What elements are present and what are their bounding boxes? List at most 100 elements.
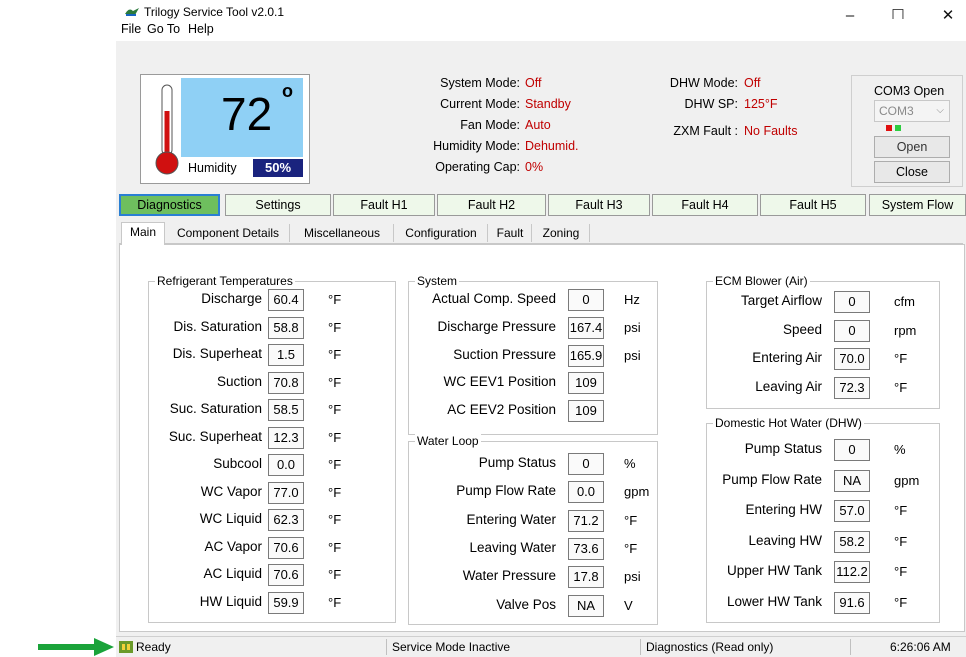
tab-settings[interactable]: Settings (225, 194, 331, 216)
group-title: System (415, 274, 460, 288)
humidity-value: 50% (253, 159, 303, 177)
ecm-target-airflow-value: 0 (834, 291, 870, 313)
refrigerant-hw-liquid-label: HW Liquid (199, 593, 262, 609)
com-port-select[interactable]: COM3 ⌵ (874, 100, 950, 122)
system-ac-eev2-position-label: AC EEV2 Position (447, 402, 556, 418)
menu-help[interactable]: Help (188, 22, 214, 36)
humidity-label: Humidity (188, 161, 237, 175)
status-ready: Ready (136, 640, 171, 654)
refrigerant-ac-liquid-unit: °F (328, 567, 342, 582)
refrigerant-suc-superheat-label: Suc. Superheat (168, 428, 262, 444)
dhw-entering-hw-value: 57.0 (834, 500, 870, 522)
tab-fault-h5[interactable]: Fault H5 (760, 194, 866, 216)
menu-bar: File Go To Help (116, 19, 966, 41)
dhw-sp-label: DHW SP: (684, 97, 738, 111)
operating-cap-value: 0% (525, 160, 544, 174)
refrigerant-hw-liquid-value: 59.9 (268, 591, 304, 614)
tab-system-flow[interactable]: System Flow (869, 194, 966, 216)
ecm-entering-air-label: Entering Air (752, 350, 822, 365)
menu-file[interactable]: File (121, 22, 141, 36)
app-logo-icon (125, 8, 139, 16)
thermostat-panel: 72 o Humidity 50% (140, 74, 310, 184)
water-loop-leaving-water-unit: °F (624, 540, 638, 556)
tab-fault-h1[interactable]: Fault H1 (333, 194, 435, 216)
water-loop-water-pressure-unit: psi (624, 569, 641, 585)
system-suction-pressure-value: 165.9 (568, 344, 604, 367)
operating-cap-label: Operating Cap: (435, 160, 520, 174)
chevron-down-icon: ⌵ (936, 105, 944, 116)
tab-fault-h2[interactable]: Fault H2 (437, 194, 546, 216)
refrigerant-wc-liquid-label: WC Liquid (199, 511, 262, 526)
dhw-entering-hw-label: Entering HW (745, 502, 822, 517)
refrigerant-ac-vapor-unit: °F (328, 539, 342, 555)
water-loop-valve-pos-value: NA (568, 594, 604, 617)
refrigerant-discharge-label: Discharge (201, 291, 262, 306)
status-separator (640, 639, 641, 655)
dhw-lower-hw-tank-label: Lower HW Tank (726, 593, 822, 609)
com-status-led-green (895, 125, 901, 131)
humidity-mode-label: Humidity Mode: (433, 139, 520, 153)
dhw-pump-flow-rate-label: Pump Flow Rate (722, 471, 822, 487)
refrigerant-suc-saturation-unit: °F (328, 402, 342, 417)
refrigerant-ac-liquid-value: 70.6 (268, 564, 304, 586)
menu-go-to[interactable]: Go To (147, 22, 180, 36)
water-loop-pump-flow-rate-unit: gpm (624, 484, 650, 500)
water-loop-leaving-water-label: Leaving Water (469, 539, 556, 555)
dhw-lower-hw-tank-value: 91.6 (834, 591, 870, 614)
system-ac-eev2-position-value: 109 (568, 400, 604, 423)
subtab-fault[interactable]: Fault (489, 224, 532, 242)
refrigerant-wc-vapor-unit: °F (328, 484, 342, 500)
water-loop-valve-pos-unit: V (624, 597, 633, 613)
system-mode-value: Off (525, 76, 542, 90)
system-actual-comp-speed-value: 0 (568, 289, 604, 311)
refrigerant-wc-vapor-label: WC Vapor (200, 483, 262, 499)
com-status-led-red (886, 125, 892, 131)
zxm-fault-label: ZXM Fault : (673, 124, 738, 138)
subtab-main[interactable]: Main (121, 222, 165, 245)
window-title: Trilogy Service Tool v2.0.1 (144, 5, 285, 19)
refrigerant-dis-superheat-value: 1.5 (268, 344, 304, 366)
refrigerant-suction-unit: °F (328, 374, 342, 390)
refrigerant-dis-superheat-label: Dis. Superheat (172, 346, 262, 361)
tab-fault-h3[interactable]: Fault H3 (548, 194, 650, 216)
dhw-mode-value: Off (744, 76, 761, 90)
tab-fault-h4[interactable]: Fault H4 (652, 194, 758, 216)
status-diagnostics: Diagnostics (Read only) (646, 640, 774, 654)
refrigerant-suc-saturation-value: 58.5 (268, 399, 304, 421)
refrigerant-suction-label: Suction (216, 373, 262, 389)
subtab-zoning[interactable]: Zoning (533, 224, 590, 242)
refrigerant-dis-saturation-unit: °F (328, 319, 342, 335)
water-loop-leaving-water-value: 73.6 (568, 537, 604, 560)
dhw-lower-hw-tank-unit: °F (894, 594, 908, 610)
refrigerant-dis-saturation-value: 58.8 (268, 316, 304, 339)
water-loop-pump-flow-rate-value: 0.0 (568, 481, 604, 504)
refrigerant-wc-liquid-unit: °F (328, 512, 342, 527)
system-wc-eev1-position-value: 109 (568, 372, 604, 395)
water-loop-pump-flow-rate-label: Pump Flow Rate (456, 483, 556, 499)
water-loop-entering-water-value: 71.2 (568, 509, 604, 532)
refrigerant-subcool-label: Subcool (213, 456, 262, 471)
dhw-sp-value: 125°F (744, 97, 778, 111)
status-bar: Ready Service Mode Inactive Diagnostics … (116, 636, 966, 657)
water-loop-pump-status-label: Pump Status (478, 455, 556, 470)
dhw-upper-hw-tank-label: Upper HW Tank (726, 563, 822, 578)
ecm-entering-air-unit: °F (894, 351, 908, 366)
refrigerant-discharge-unit: °F (328, 292, 342, 307)
subtab-component-details[interactable]: Component Details (167, 224, 290, 242)
thermometer-icon (155, 84, 179, 175)
close-button[interactable]: Close (874, 161, 950, 183)
dhw-pump-status-unit: % (894, 442, 906, 457)
ecm-speed-unit: rpm (894, 322, 917, 338)
open-button[interactable]: Open (874, 136, 950, 158)
status-separator (386, 639, 387, 655)
current-mode-label: Current Mode: (440, 97, 520, 111)
temperature-display: 72 o (181, 78, 303, 157)
subtab-miscellaneous[interactable]: Miscellaneous (291, 224, 394, 242)
refrigerant-dis-superheat-unit: °F (328, 347, 342, 362)
ecm-speed-value: 0 (834, 319, 870, 342)
tab-diagnostics[interactable]: Diagnostics (119, 194, 220, 216)
dhw-pump-flow-rate-unit: gpm (894, 472, 920, 488)
subtab-configuration[interactable]: Configuration (395, 224, 488, 242)
ecm-leaving-air-unit: °F (894, 379, 908, 395)
ecm-leaving-air-label: Leaving Air (755, 378, 822, 394)
